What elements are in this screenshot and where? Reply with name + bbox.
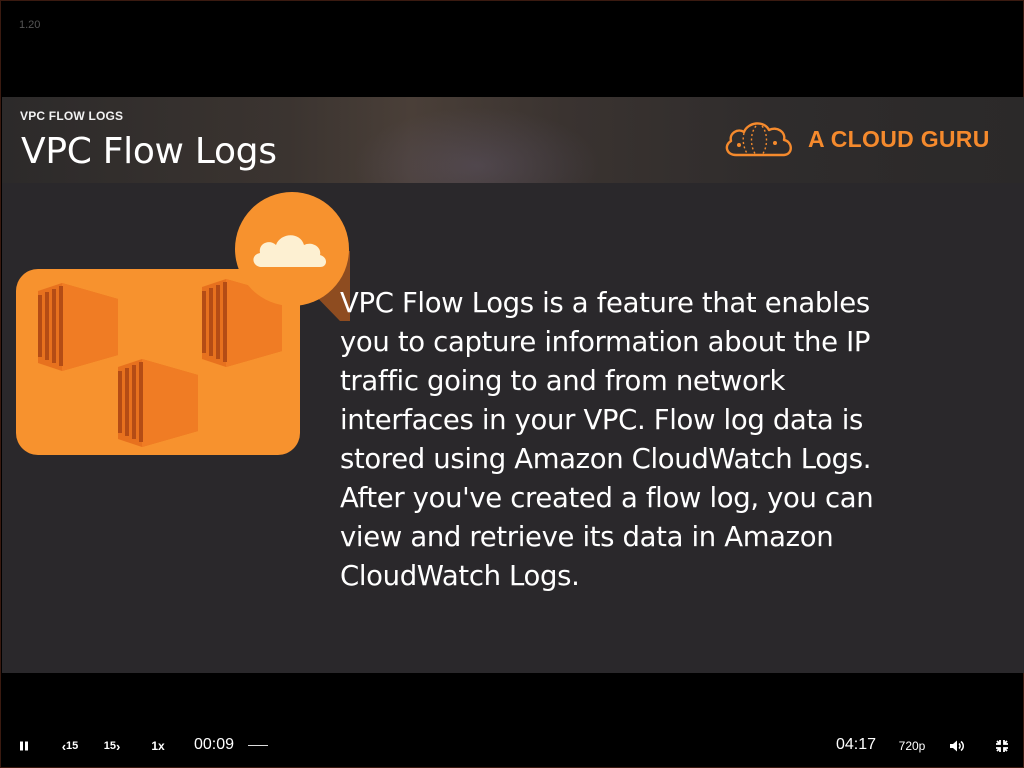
forward-15-icon: › bbox=[115, 738, 121, 754]
server-icon bbox=[118, 359, 198, 447]
duration: 04:17 bbox=[836, 736, 877, 753]
video-player: 1.20 VPC FLOW LOGS VPC Flow Logs A CLOUD… bbox=[0, 0, 1024, 768]
body-line: interfaces in your VPC. Flow log data is bbox=[340, 404, 864, 436]
body-line: you to capture information about the IP bbox=[340, 326, 871, 358]
play-pause-button[interactable] bbox=[15, 737, 33, 755]
section-label: VPC FLOW LOGS bbox=[20, 109, 124, 123]
vpc-flow-logs-illustration bbox=[16, 192, 350, 455]
brand-name: A CLOUD GURU bbox=[808, 125, 990, 152]
header-shade bbox=[332, 97, 622, 183]
body-line: stored using Amazon CloudWatch Logs. bbox=[340, 443, 872, 475]
volume-icon bbox=[950, 740, 964, 752]
brand: A CLOUD GURU bbox=[722, 115, 990, 163]
slide-title: VPC Flow Logs bbox=[21, 131, 277, 172]
volume-button[interactable] bbox=[947, 737, 967, 755]
player-controls: ‹ 15 15 › 1x 00:09 04:17 720p bbox=[1, 723, 1024, 768]
progress-bar[interactable] bbox=[248, 745, 268, 746]
video-frame[interactable]: VPC FLOW LOGS VPC Flow Logs A CLOUD GURU bbox=[2, 97, 1024, 673]
quality-button[interactable]: 720p bbox=[895, 737, 929, 755]
exit-fullscreen-button[interactable] bbox=[993, 737, 1011, 755]
body-line: VPC Flow Logs is a feature that enables bbox=[340, 287, 870, 319]
body-line: CloudWatch Logs. bbox=[340, 560, 580, 592]
forward-label: 15 bbox=[103, 740, 116, 752]
server-icon bbox=[38, 283, 118, 371]
speed-button[interactable]: 1x bbox=[147, 737, 169, 755]
body-line: traffic going to and from network bbox=[340, 365, 786, 397]
pause-icon bbox=[20, 741, 28, 751]
current-time: 00:09 bbox=[194, 736, 235, 753]
rewind-button[interactable]: ‹ 15 bbox=[57, 737, 83, 755]
body-line: After you've created a flow log, you can bbox=[340, 482, 874, 514]
player-version: 1.20 bbox=[19, 19, 41, 31]
exit-fullscreen-icon bbox=[996, 740, 1008, 752]
body-line: view and retrieve its data in Amazon bbox=[340, 521, 834, 553]
cloud-guru-logo-icon bbox=[725, 122, 792, 157]
slide-body-text: VPC Flow Logs is a feature that enables … bbox=[340, 284, 980, 596]
forward-button[interactable]: 15 › bbox=[99, 737, 125, 755]
slide-header: VPC FLOW LOGS VPC Flow Logs A CLOUD GURU bbox=[2, 97, 1024, 183]
rewind-label: 15 bbox=[66, 740, 79, 752]
